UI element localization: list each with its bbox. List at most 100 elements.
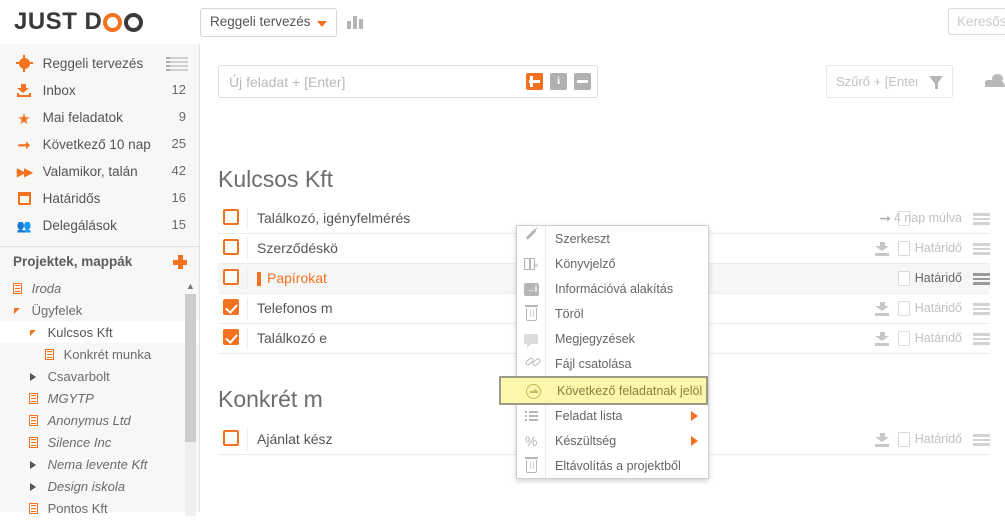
task-checkbox[interactable]	[223, 239, 239, 255]
tree-item-mgytp[interactable]: MGYTP	[0, 387, 199, 409]
search-box[interactable]	[948, 8, 1005, 35]
arrow-right-icon[interactable]: ➞	[879, 211, 891, 225]
tree-item-silence-inc[interactable]: Silence Inc	[0, 431, 199, 453]
sidebar-item-reggeli-tervezes[interactable]: Reggeli tervezés	[0, 49, 199, 76]
triangle-down-icon[interactable]	[26, 322, 40, 344]
task-checkbox[interactable]	[223, 329, 239, 345]
star-icon: ★	[17, 111, 31, 129]
sidebar-item-kovetkezo-10-nap[interactable]: ➞ Következő 10 nap 25	[0, 130, 199, 157]
row-menu-icon[interactable]	[973, 273, 990, 285]
row-divider	[247, 429, 248, 450]
tree-item-ugyfelek[interactable]: Ügyfelek	[0, 299, 199, 321]
context-menu-item-szerkeszt[interactable]: Szerkeszt	[517, 226, 708, 251]
triangle-right-icon[interactable]	[26, 476, 40, 498]
triangle-right-icon[interactable]	[26, 454, 40, 476]
context-menu-item-megjegyzesek[interactable]: Megjegyzések	[517, 326, 708, 351]
doc-icon	[10, 278, 24, 300]
filter-input[interactable]	[827, 66, 919, 97]
task-checkbox[interactable]	[223, 209, 239, 225]
bar-chart-icon[interactable]	[347, 15, 363, 29]
task-checkbox[interactable]	[223, 430, 239, 446]
context-menu-item-kovetkezo-feladatnak-jelol[interactable]: Következő feladatnak jelöl	[499, 376, 708, 405]
scroll-up-icon[interactable]: ▲	[185, 281, 196, 292]
row-menu-icon[interactable]	[973, 303, 990, 315]
sidebar-item-label: Reggeli tervezés	[42, 56, 144, 72]
tree-item-label: MGYTP	[47, 390, 94, 406]
new-task-box[interactable]: i	[218, 65, 598, 98]
tree-item-pontos-kft[interactable]: Pontos Kft	[0, 497, 199, 519]
project-selector[interactable]: Reggeli tervezés	[200, 8, 337, 37]
row-menu-icon[interactable]	[973, 333, 990, 345]
list-view-icon[interactable]	[166, 57, 188, 71]
tree-item-nema-levente-kft[interactable]: Nema levente Kft	[0, 453, 199, 475]
tree-item-anonymus-ltd[interactable]: Anonymus Ltd	[0, 409, 199, 431]
calendar-icon	[14, 185, 34, 212]
sidebar-item-count: 25	[171, 136, 186, 151]
convert-info-icon: →i	[524, 283, 539, 296]
percent-icon: %	[525, 433, 538, 449]
context-menu-item-label: Szerkeszt	[555, 232, 610, 246]
note-icon[interactable]	[898, 271, 910, 286]
row-menu-icon[interactable]	[973, 213, 990, 225]
tree-item-label: Ügyfelek	[31, 302, 83, 318]
note-icon[interactable]	[898, 241, 910, 256]
info-button[interactable]: i	[550, 73, 567, 90]
context-menu-item-feladat-lista[interactable]: Feladat lista	[517, 403, 708, 428]
sidebar-item-count: 9	[178, 109, 186, 124]
search-input[interactable]	[949, 9, 1005, 34]
tree-item-label: Nema levente Kft	[47, 456, 148, 472]
tree-item-iroda[interactable]: Iroda	[0, 277, 199, 299]
context-menu-item-label: Készültség	[555, 434, 617, 448]
context-menu-item-torol[interactable]: Töröl	[517, 301, 708, 326]
row-menu-icon[interactable]	[973, 434, 990, 446]
doc-icon	[26, 388, 40, 410]
tree-item-kulcsos-kft[interactable]: Kulcsos Kft	[0, 321, 199, 343]
project-tree: Iroda Ügyfelek Kulcsos Kft Konkrét munka…	[0, 277, 199, 522]
note-icon[interactable]	[898, 331, 910, 346]
submenu-arrow-icon	[691, 436, 698, 446]
tree-item-konkret-munka[interactable]: Konkrét munka	[0, 343, 199, 365]
context-menu-item-informaciova-alakitas[interactable]: →i Információvá alakítás	[517, 276, 708, 301]
tree-item-csavarbolt[interactable]: Csavarbolt	[0, 365, 199, 387]
cloud-icon[interactable]	[985, 74, 1005, 87]
sidebar-scrollbar[interactable]: ▲	[185, 281, 196, 519]
scrollbar-thumb[interactable]	[185, 294, 196, 442]
triangle-right-icon[interactable]	[26, 366, 40, 388]
logo-ring-dark-icon	[124, 12, 144, 32]
row-menu-icon[interactable]	[973, 243, 990, 255]
sidebar-item-label: Valamikor, talán	[42, 164, 138, 180]
collapse-button[interactable]	[574, 73, 591, 90]
context-menu-item-label: Fájl csatolása	[555, 357, 632, 371]
task-title: Papírokat	[267, 270, 327, 286]
sidebar-item-inbox[interactable]: Inbox 12	[0, 76, 199, 103]
sidebar-item-count: 15	[171, 217, 186, 232]
tree-item-label: Csavarbolt	[47, 368, 110, 384]
add-project-button[interactable]	[173, 255, 187, 269]
task-checkbox[interactable]	[223, 299, 239, 315]
people-icon: 👥	[16, 219, 32, 234]
tree-item-design-iskola[interactable]: Design iskola	[0, 475, 199, 497]
context-menu-item-keszultseg[interactable]: % Készültség	[517, 428, 708, 453]
app-logo[interactable]: JUST D	[14, 8, 144, 36]
new-task-input[interactable]	[219, 66, 509, 97]
filter-box[interactable]	[826, 65, 953, 98]
task-checkbox[interactable]	[223, 269, 239, 285]
sidebar-item-valamikor-talan[interactable]: ▶▶ Valamikor, talán 42	[0, 157, 199, 184]
context-menu-item-fajl-csatolasa[interactable]: Fájl csatolása	[517, 351, 708, 376]
submenu-arrow-icon	[691, 411, 698, 421]
funnel-icon[interactable]	[929, 76, 943, 89]
note-icon[interactable]	[898, 301, 910, 316]
context-menu-item-label: Feladat lista	[555, 409, 623, 423]
context-menu-item-label: Következő feladatnak jelöl	[557, 384, 703, 398]
context-menu-item-konyvjelzo[interactable]: Könyvjelző	[517, 251, 708, 276]
download-tray-icon	[875, 444, 889, 447]
scrollbar-track[interactable]	[185, 294, 196, 516]
note-icon[interactable]	[898, 432, 910, 447]
sidebar-item-mai-feladatok[interactable]: ★ Mai feladatok 9	[0, 103, 199, 130]
sidebar-item-hataridos[interactable]: Határidős 16	[0, 184, 199, 211]
logo-ring-orange-icon	[103, 12, 123, 32]
triangle-down-icon[interactable]	[10, 300, 24, 322]
add-task-button[interactable]	[526, 73, 543, 90]
context-menu-item-eltavolitas-a-projektbol[interactable]: Eltávolítás a projektből	[517, 453, 708, 478]
sidebar-item-delegalasok[interactable]: 👥 Delegálások 15	[0, 211, 199, 238]
